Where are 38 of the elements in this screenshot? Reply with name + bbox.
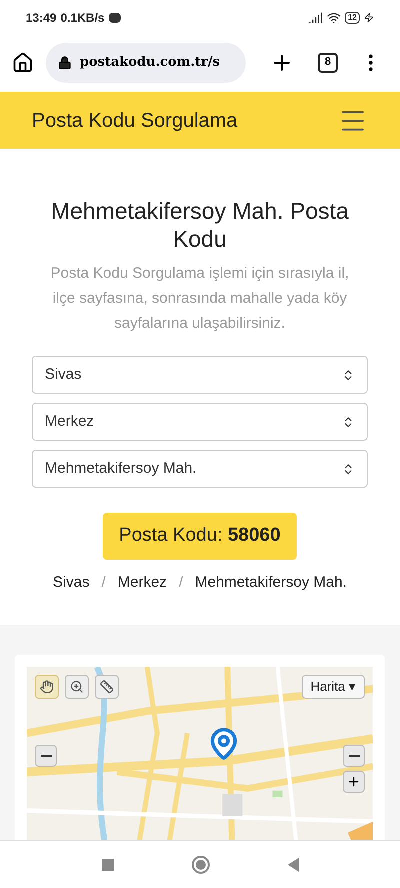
hand-icon bbox=[40, 680, 54, 694]
address-bar[interactable]: postakodu.com.tr/s bbox=[46, 42, 246, 82]
zoom-in-button[interactable] bbox=[343, 770, 365, 792]
home-icon[interactable] bbox=[12, 52, 34, 74]
map-tool-button[interactable] bbox=[95, 674, 119, 698]
select-field[interactable]: Merkez bbox=[32, 403, 368, 441]
minus-icon bbox=[40, 754, 52, 756]
breadcrumb-link[interactable]: Merkez bbox=[118, 572, 168, 594]
postal-code-result: Posta Kodu: 58060 bbox=[103, 513, 297, 560]
zoom-out-button[interactable] bbox=[35, 744, 57, 766]
plus-icon bbox=[347, 774, 361, 788]
tab-count-button[interactable]: 8 bbox=[318, 52, 338, 72]
description: Posta Kodu Sorgulama işlemi için sırasıyla il, ilçe sayfasına, sonrasında mahalle yada köy sayfalarına ulaşabilirsiniz. bbox=[50, 264, 350, 334]
battery-level: 12 bbox=[345, 12, 360, 24]
map-tool-button[interactable] bbox=[65, 674, 89, 698]
lock-icon bbox=[58, 56, 72, 70]
status-time: 13:49 bbox=[26, 10, 57, 26]
signal-icon bbox=[309, 10, 324, 24]
map-type-button[interactable]: Harita ▾ bbox=[302, 674, 365, 698]
breadcrumb-link[interactable]: Sivas bbox=[53, 572, 90, 594]
charging-icon bbox=[364, 12, 374, 22]
recents-icon[interactable] bbox=[102, 858, 114, 870]
page-title: Mehmetakifersoy Mah. Posta Kodu bbox=[50, 197, 350, 253]
wifi-icon bbox=[327, 10, 342, 24]
site-title: Posta Kodu Sorgulama bbox=[32, 108, 238, 134]
magnifier-icon bbox=[70, 680, 84, 694]
back-icon[interactable] bbox=[288, 858, 298, 872]
breadcrumb-separator: / bbox=[178, 573, 184, 593]
breadcrumb-link[interactable]: Mehmetakifersoy Mah. bbox=[195, 572, 347, 594]
select-field[interactable]: Sivas bbox=[32, 356, 368, 394]
select-field[interactable]: Mehmetakifersoy Mah. bbox=[32, 450, 368, 488]
map-tool-button[interactable] bbox=[35, 674, 59, 698]
ruler-icon bbox=[100, 680, 114, 694]
minus-icon bbox=[348, 754, 360, 756]
home-button-icon[interactable] bbox=[192, 856, 210, 874]
zoom-out-button[interactable] bbox=[343, 744, 365, 766]
breadcrumb-separator: / bbox=[100, 573, 107, 593]
network-speed: 0.1KB/s bbox=[60, 10, 105, 26]
